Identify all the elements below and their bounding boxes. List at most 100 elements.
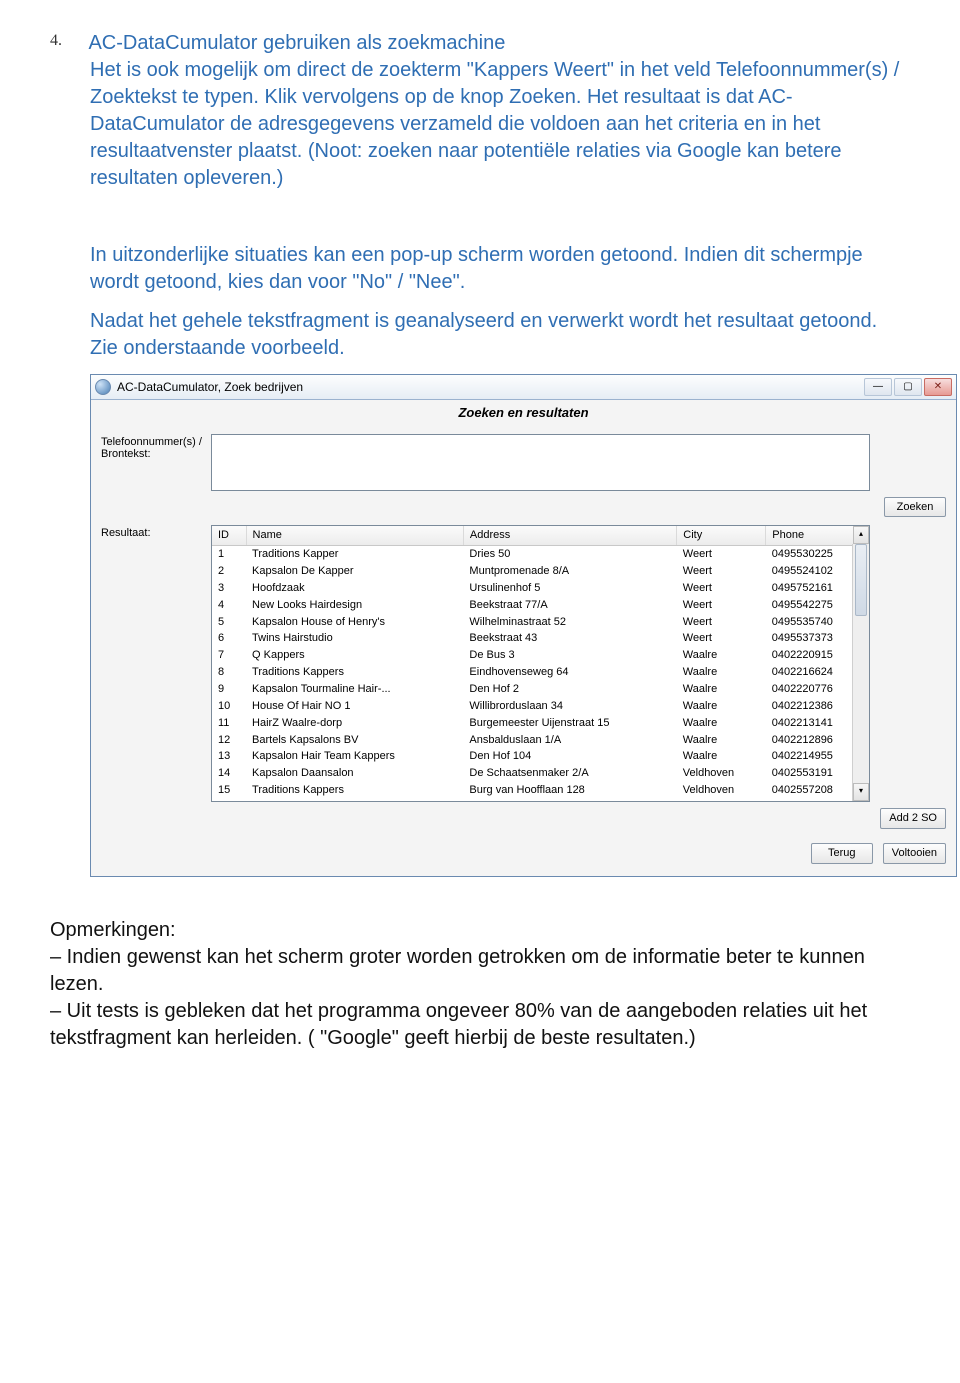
search-button[interactable]: Zoeken bbox=[884, 497, 946, 518]
column-header[interactable]: Name bbox=[246, 526, 463, 545]
table-cell: Muntpromenade 8/A bbox=[463, 563, 676, 580]
table-cell: 1 bbox=[212, 546, 246, 563]
table-cell: Weert bbox=[677, 597, 766, 614]
result-label: Resultaat: bbox=[101, 525, 211, 802]
table-cell: Weert bbox=[677, 546, 766, 563]
table-cell: Beekstraat 77/A bbox=[463, 597, 676, 614]
add-button[interactable]: Add 2 SO bbox=[880, 808, 946, 829]
close-button[interactable]: ✕ bbox=[924, 378, 952, 396]
remark-2: – Uit tests is gebleken dat het programm… bbox=[50, 998, 910, 1052]
table-cell: Kapsalon Hair Team Kappers bbox=[246, 748, 463, 765]
source-label: Telefoonnummer(s) / Brontekst: bbox=[101, 434, 211, 460]
table-row[interactable]: 16Glamm KapperKromstraat 13/GVeldhoven04… bbox=[212, 799, 869, 803]
scroll-thumb[interactable] bbox=[855, 544, 867, 616]
column-header[interactable]: Address bbox=[463, 526, 676, 545]
section-title: Zoeken en resultaten bbox=[91, 400, 956, 432]
table-cell: Burg van Hoofflaan 128 bbox=[463, 782, 676, 799]
table-cell: Willibrorduslaan 34 bbox=[463, 698, 676, 715]
table-cell: Ansbalduslaan 1/A bbox=[463, 732, 676, 749]
table-cell: Den Hof 2 bbox=[463, 681, 676, 698]
remarks-title: Opmerkingen: bbox=[50, 917, 910, 944]
table-row[interactable]: 9Kapsalon Tourmaline Hair-...Den Hof 2Wa… bbox=[212, 681, 869, 698]
table-cell: 4 bbox=[212, 597, 246, 614]
table-cell: Kapsalon De Kapper bbox=[246, 563, 463, 580]
scrollbar[interactable]: ▴ ▾ bbox=[852, 544, 869, 801]
result-table-container: IDNameAddressCityPhone 1Traditions Kappe… bbox=[211, 525, 870, 802]
table-cell: Den Hof 104 bbox=[463, 748, 676, 765]
table-cell: Veldhoven bbox=[677, 765, 766, 782]
table-cell: Traditions Kappers bbox=[246, 664, 463, 681]
table-cell: Kromstraat 13/G bbox=[463, 799, 676, 803]
table-cell: Waalre bbox=[677, 748, 766, 765]
maximize-button[interactable]: ▢ bbox=[894, 378, 922, 396]
table-cell: 11 bbox=[212, 715, 246, 732]
table-cell: 3 bbox=[212, 580, 246, 597]
table-row[interactable]: 13Kapsalon Hair Team KappersDen Hof 104W… bbox=[212, 748, 869, 765]
table-cell: Bartels Kapsalons BV bbox=[246, 732, 463, 749]
table-cell: 6 bbox=[212, 630, 246, 647]
finish-button[interactable]: Voltooien bbox=[883, 843, 946, 864]
table-row[interactable]: 3HoofdzaakUrsulinenhof 5Weert0495752161 bbox=[212, 580, 869, 597]
table-cell: Kapsalon House of Henry's bbox=[246, 614, 463, 631]
table-cell: Twins Hairstudio bbox=[246, 630, 463, 647]
table-cell: Waalre bbox=[677, 732, 766, 749]
table-row[interactable]: 2Kapsalon De KapperMuntpromenade 8/AWeer… bbox=[212, 563, 869, 580]
column-header[interactable]: City bbox=[677, 526, 766, 545]
table-cell: Waalre bbox=[677, 698, 766, 715]
table-row[interactable]: 15Traditions KappersBurg van Hoofflaan 1… bbox=[212, 782, 869, 799]
table-row[interactable]: 10House Of Hair NO 1Willibrorduslaan 34W… bbox=[212, 698, 869, 715]
table-cell: 7 bbox=[212, 647, 246, 664]
table-cell: Veldhoven bbox=[677, 782, 766, 799]
table-cell: 9 bbox=[212, 681, 246, 698]
scroll-up-icon[interactable]: ▴ bbox=[853, 526, 869, 544]
table-row[interactable]: 14Kapsalon DaansalonDe Schaatsenmaker 2/… bbox=[212, 765, 869, 782]
table-cell: Weert bbox=[677, 580, 766, 597]
app-icon bbox=[95, 379, 111, 395]
table-cell: House Of Hair NO 1 bbox=[246, 698, 463, 715]
back-button[interactable]: Terug bbox=[811, 843, 873, 864]
remark-1: – Indien gewenst kan het scherm groter w… bbox=[50, 944, 910, 998]
minimize-button[interactable]: — bbox=[864, 378, 892, 396]
table-row[interactable]: 5Kapsalon House of Henry'sWilhelminastra… bbox=[212, 614, 869, 631]
table-cell: Glamm Kapper bbox=[246, 799, 463, 803]
table-cell: Burgemeester Uijenstraat 15 bbox=[463, 715, 676, 732]
section-heading: AC-DataCumulator gebruiken als zoekmachi… bbox=[88, 32, 505, 54]
table-cell: Weert bbox=[677, 614, 766, 631]
table-cell: Wilhelminastraat 52 bbox=[463, 614, 676, 631]
table-cell: Traditions Kapper bbox=[246, 546, 463, 563]
column-header[interactable]: ID bbox=[212, 526, 246, 545]
remarks-block: Opmerkingen: – Indien gewenst kan het sc… bbox=[50, 917, 910, 1052]
table-cell: HairZ Waalre-dorp bbox=[246, 715, 463, 732]
paragraph-3: Nadat het gehele tekstfragment is geanal… bbox=[90, 308, 910, 362]
source-textarea[interactable] bbox=[211, 434, 870, 491]
table-cell: Waalre bbox=[677, 681, 766, 698]
table-cell: Waalre bbox=[677, 664, 766, 681]
table-row[interactable]: 1Traditions KapperDries 50Weert049553022… bbox=[212, 546, 869, 563]
table-cell: 14 bbox=[212, 765, 246, 782]
table-cell: 5 bbox=[212, 614, 246, 631]
result-table: IDNameAddressCityPhone 1Traditions Kappe… bbox=[212, 526, 869, 802]
scroll-down-icon[interactable]: ▾ bbox=[853, 783, 869, 801]
table-row[interactable]: 12Bartels Kapsalons BVAnsbalduslaan 1/AW… bbox=[212, 732, 869, 749]
table-cell: Weert bbox=[677, 630, 766, 647]
table-cell: 8 bbox=[212, 664, 246, 681]
table-row[interactable]: 11HairZ Waalre-dorpBurgemeester Uijenstr… bbox=[212, 715, 869, 732]
paragraph-2: In uitzonderlijke situaties kan een pop-… bbox=[90, 242, 910, 296]
table-row[interactable]: 6Twins HairstudioBeekstraat 43Weert04955… bbox=[212, 630, 869, 647]
table-cell: Dries 50 bbox=[463, 546, 676, 563]
table-cell: Beekstraat 43 bbox=[463, 630, 676, 647]
table-cell: De Schaatsenmaker 2/A bbox=[463, 765, 676, 782]
table-cell: Hoofdzaak bbox=[246, 580, 463, 597]
table-cell: Kapsalon Daansalon bbox=[246, 765, 463, 782]
table-cell: Kapsalon Tourmaline Hair-... bbox=[246, 681, 463, 698]
table-row[interactable]: 4New Looks HairdesignBeekstraat 77/AWeer… bbox=[212, 597, 869, 614]
table-cell: Waalre bbox=[677, 647, 766, 664]
table-row[interactable]: 7Q KappersDe Bus 3Waalre0402220915 bbox=[212, 647, 869, 664]
table-row[interactable]: 8Traditions KappersEindhovenseweg 64Waal… bbox=[212, 664, 869, 681]
table-cell: Waalre bbox=[677, 715, 766, 732]
table-cell: New Looks Hairdesign bbox=[246, 597, 463, 614]
table-cell: Ursulinenhof 5 bbox=[463, 580, 676, 597]
app-window: AC-DataCumulator, Zoek bedrijven — ▢ ✕ Z… bbox=[90, 374, 957, 877]
table-cell: 12 bbox=[212, 732, 246, 749]
window-title: AC-DataCumulator, Zoek bedrijven bbox=[117, 379, 864, 395]
